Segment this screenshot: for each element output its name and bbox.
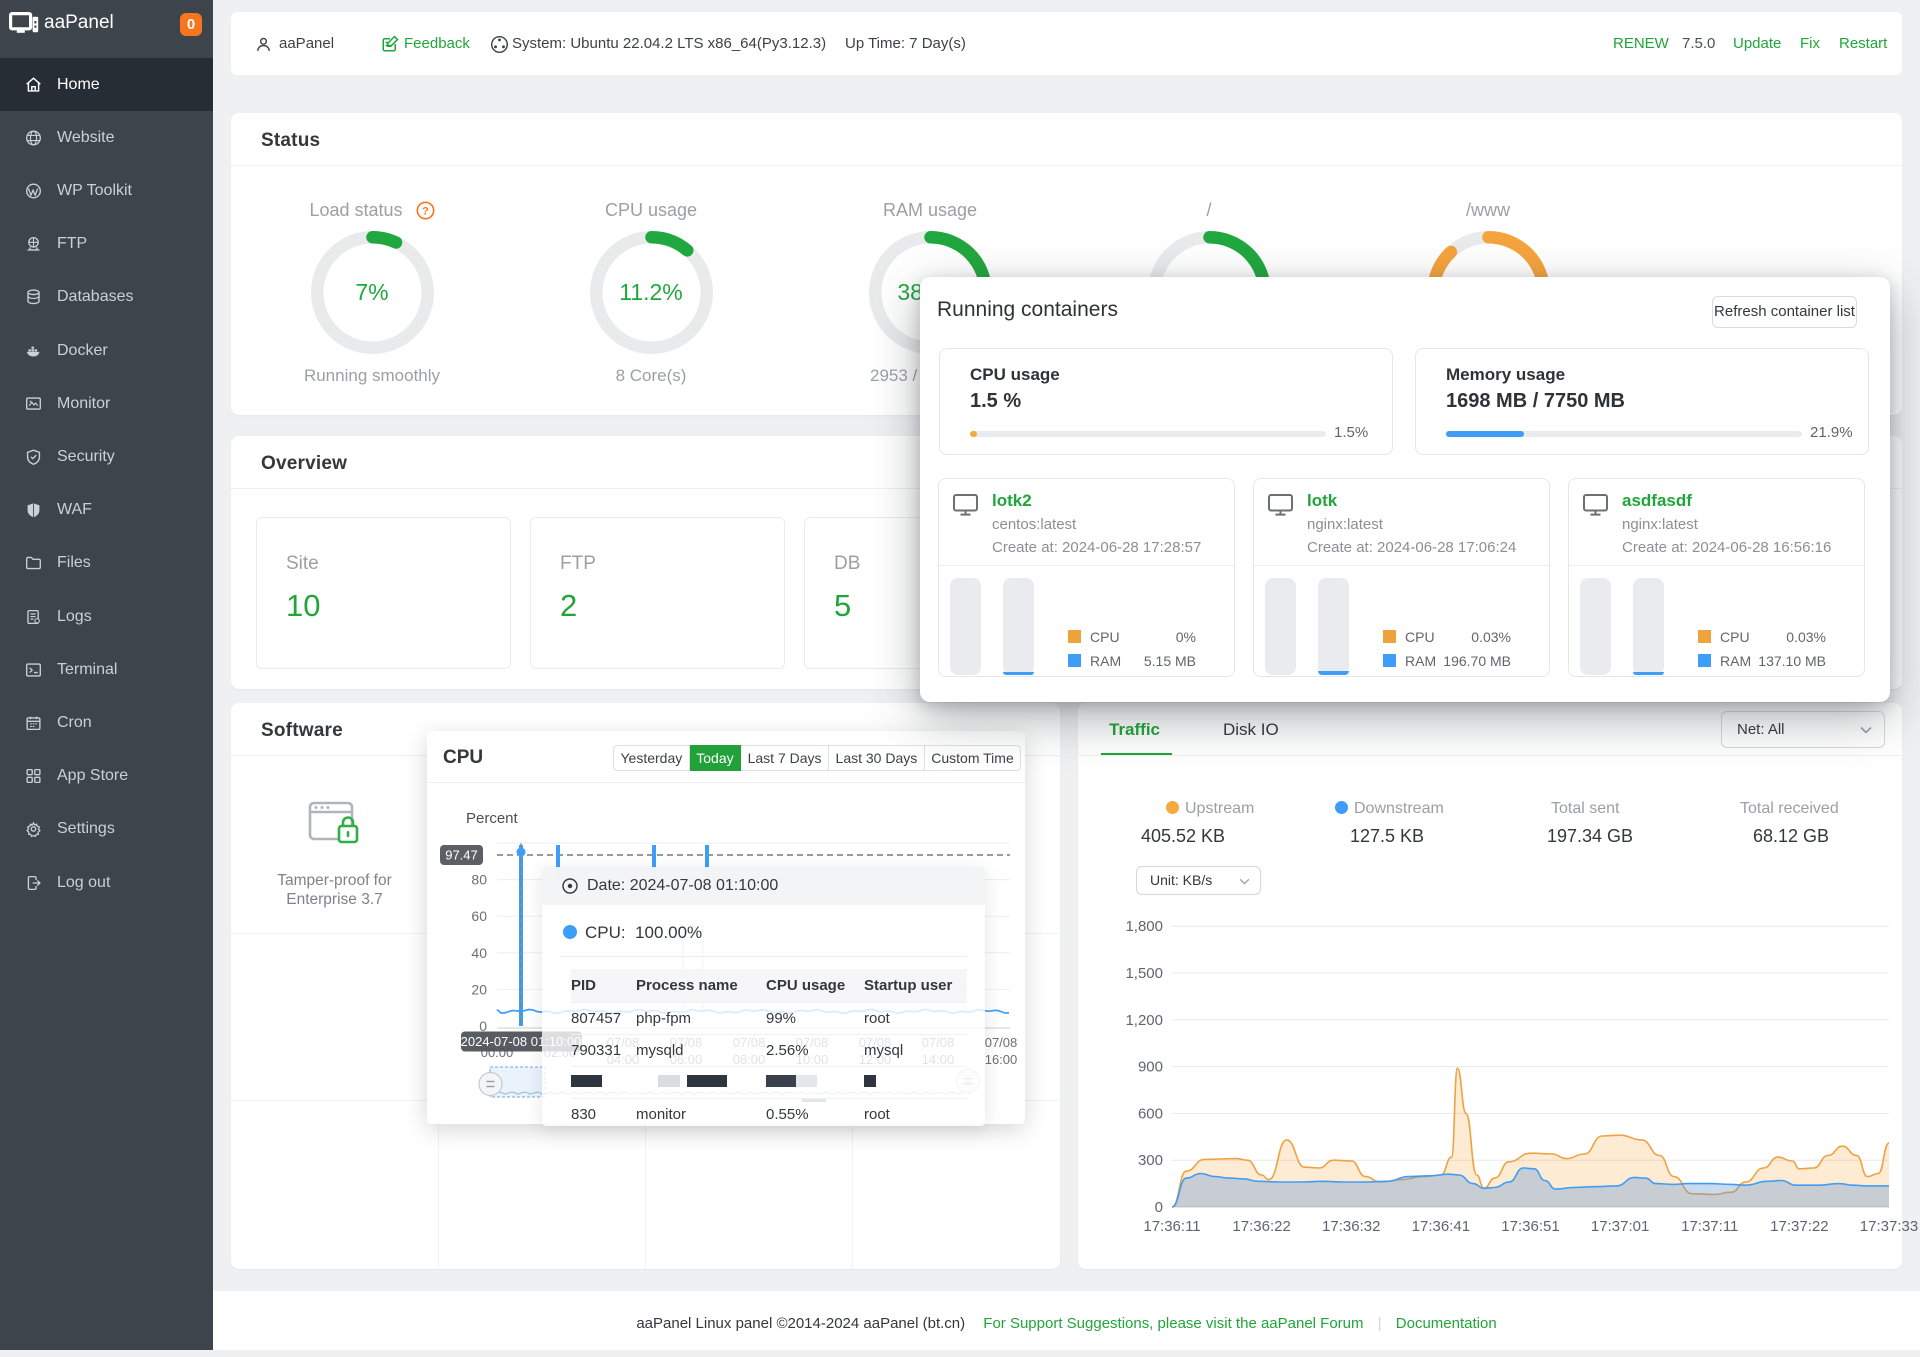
- svg-text:17:36:41: 17:36:41: [1412, 1218, 1470, 1235]
- svg-text:17:36:11: 17:36:11: [1143, 1218, 1200, 1235]
- svg-text:0: 0: [1155, 1199, 1163, 1216]
- svg-text:1,200: 1,200: [1125, 1012, 1163, 1029]
- svg-text:17:37:01: 17:37:01: [1591, 1218, 1649, 1235]
- svg-text:17:36:22: 17:36:22: [1232, 1218, 1290, 1235]
- svg-text:17:37:33: 17:37:33: [1860, 1218, 1918, 1235]
- svg-text:16:00: 16:00: [985, 1052, 1018, 1067]
- svg-text:900: 900: [1138, 1059, 1163, 1076]
- svg-text:40: 40: [471, 945, 487, 961]
- svg-text:Percent: Percent: [466, 810, 519, 827]
- svg-text:300: 300: [1138, 1152, 1163, 1169]
- svg-text:17:36:32: 17:36:32: [1322, 1218, 1380, 1235]
- svg-text:?: ?: [422, 205, 429, 217]
- svg-text:80: 80: [471, 872, 487, 888]
- svg-text:17:36:51: 17:36:51: [1501, 1218, 1559, 1235]
- svg-text:97.47: 97.47: [445, 848, 478, 863]
- svg-text:07/08: 07/08: [985, 1035, 1018, 1050]
- svg-text:17:37:11: 17:37:11: [1681, 1218, 1738, 1235]
- svg-text:60: 60: [471, 908, 487, 924]
- svg-text:17:37:22: 17:37:22: [1770, 1218, 1828, 1235]
- svg-text:1,500: 1,500: [1125, 965, 1163, 982]
- svg-text:600: 600: [1138, 1105, 1163, 1122]
- svg-text:1,800: 1,800: [1125, 918, 1163, 935]
- svg-text:20: 20: [471, 981, 487, 997]
